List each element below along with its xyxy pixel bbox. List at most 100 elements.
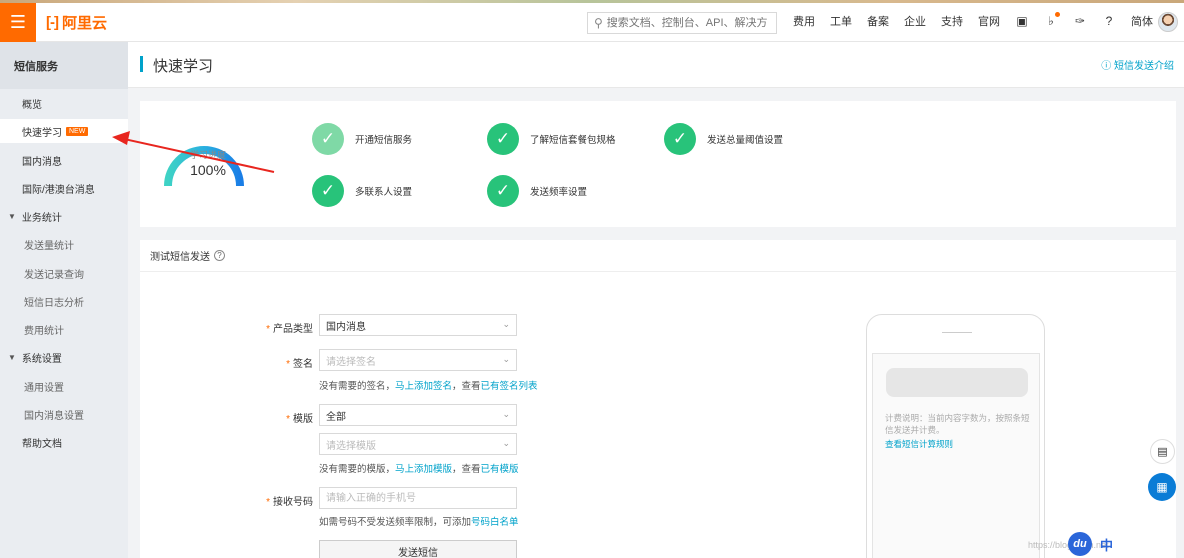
sidebar-item-overview[interactable]: 概览 (0, 91, 128, 115)
sidebar-item-label: 发送量统计 (24, 240, 74, 252)
send-sms-button[interactable]: 发送短信 (319, 540, 517, 558)
search-icon: ⚲ (594, 16, 603, 30)
template-select[interactable]: 请选择模版 ⌄ (319, 433, 517, 455)
phone-speaker (942, 332, 972, 333)
chat-icon: ▤ (1157, 446, 1168, 458)
apps-button[interactable]: ▦ (1148, 473, 1176, 501)
nav-enterprise[interactable]: 企业 (904, 13, 926, 29)
sidebar-item-label: 发送记录查询 (24, 269, 84, 281)
sidebar-header: 短信服务 (0, 42, 128, 89)
sidebar-item-label: 短信日志分析 (24, 297, 84, 309)
product-type-value: 国内消息 (326, 321, 366, 333)
page-header: 快速学习 ⓘ 短信发送介绍 (128, 42, 1184, 88)
logo-mark: [-] (46, 13, 59, 31)
phone-help: 如需号码不受发送频率限制，可添加号码白名单 (319, 517, 519, 528)
page-title: 快速学习 (153, 58, 214, 75)
sidebar-item-send-records[interactable]: 发送记录查询 (0, 261, 128, 285)
sidebar-item-label: 通用设置 (24, 382, 64, 394)
new-badge: NEW (66, 126, 89, 136)
sidebar-item-label: 概览 (22, 99, 42, 111)
check-icon: ✓ (312, 175, 344, 207)
chevron-down-icon: ⌄ (502, 409, 510, 419)
sidebar-item-label: 业务统计 (21, 212, 62, 224)
cart-icon[interactable]: ✑ (1073, 14, 1087, 28)
message-bubble (886, 368, 1028, 397)
check-icon: ✓ (312, 123, 344, 155)
sidebar-item-fee-stats[interactable]: 费用统计 (0, 317, 128, 341)
check-icon: ✓ (487, 123, 519, 155)
help-circle-icon[interactable]: ? (1102, 14, 1116, 28)
global-search[interactable]: ⚲ (587, 12, 777, 34)
billing-note: 计费说明：当前内容字数为，按照条短信发送并计费。 (885, 413, 1030, 435)
add-template-link[interactable]: 马上添加模版 (395, 464, 452, 475)
ime-toolbar[interactable]: du 中 (1068, 530, 1184, 558)
sidebar-group-stats[interactable]: ▼ 业务统计 (0, 204, 128, 228)
hamburger-icon: ☰ (9, 12, 27, 32)
user-avatar[interactable] (1158, 12, 1178, 32)
phone-preview: 计费说明：当前内容字数为，按照条短信发送并计费。 查看短信计算规则 (866, 314, 1045, 558)
template-label: * 模版 (286, 414, 313, 425)
nav-fees[interactable]: 费用 (793, 13, 815, 29)
sidebar-group-settings[interactable]: ▼ 系统设置 (0, 345, 128, 369)
step-frequency: ✓ 发送频率设置 (487, 175, 587, 207)
billing-rules-link[interactable]: 查看短信计算规则 (885, 438, 953, 450)
signature-help: 没有需要的签名，马上添加签名，查看已有签名列表 (319, 381, 538, 392)
sms-intro-label: 短信发送介绍 (1114, 61, 1174, 72)
step-contacts: ✓ 多联系人设置 (312, 175, 412, 207)
step-label: 多联系人设置 (355, 187, 413, 198)
template-list-link[interactable]: 已有模版 (481, 464, 519, 475)
template-help: 没有需要的模版，马上添加模版，查看已有模版 (319, 464, 519, 475)
hamburger-menu-button[interactable]: ☰ (0, 3, 36, 42)
terminal-icon[interactable]: ▣ (1015, 14, 1029, 28)
sidebar-item-international[interactable]: 国际/港澳台消息 (0, 176, 128, 200)
template-category-value: 全部 (326, 411, 346, 423)
help-icon[interactable]: ? (214, 250, 225, 261)
signature-list-link[interactable]: 已有签名列表 (481, 381, 538, 392)
sidebar-item-label: 国内消息设置 (24, 410, 84, 422)
phone-number-input[interactable] (319, 487, 517, 509)
product-type-select[interactable]: 国内消息 ⌄ (319, 314, 517, 336)
learning-progress-card (140, 101, 1176, 227)
sidebar-item-domestic-settings[interactable]: 国内消息设置 (0, 402, 128, 426)
bell-icon[interactable]: ♭ (1044, 12, 1060, 28)
chat-button[interactable]: ▤ (1150, 439, 1175, 464)
template-category-select[interactable]: 全部 ⌄ (319, 404, 517, 426)
help-circle-icon: ⓘ (1101, 61, 1114, 72)
caret-down-icon: ▼ (8, 352, 16, 362)
sms-intro-link[interactable]: ⓘ 短信发送介绍 (1101, 57, 1174, 72)
signature-select[interactable]: 请选择签名 ⌄ (319, 349, 517, 371)
step-threshold: ✓ 发送总量阈值设置 (664, 123, 783, 155)
check-icon: ✓ (487, 175, 519, 207)
whitelist-link[interactable]: 号码白名单 (471, 517, 519, 528)
top-navbar: ☰ [-] 阿里云 ⚲ 费用 工单 备案 企业 支持 官网 ▣ ♭ ✑ ? 简体 (0, 0, 1184, 42)
chevron-down-icon: ⌄ (502, 438, 510, 448)
sidebar-item-label: 国际/港澳台消息 (22, 184, 95, 196)
nav-website[interactable]: 官网 (978, 13, 1000, 29)
nav-tickets[interactable]: 工单 (830, 13, 852, 29)
phone-screen: 计费说明：当前内容字数为，按照条短信发送并计费。 查看短信计算规则 (872, 353, 1040, 558)
aliyun-logo[interactable]: [-] 阿里云 (46, 11, 107, 33)
caret-down-icon: ▼ (8, 211, 16, 221)
sidebar-item-label: 快速学习 (22, 127, 62, 139)
nav-support[interactable]: 支持 (941, 13, 963, 29)
sidebar-item-send-volume[interactable]: 发送量统计 (0, 232, 128, 256)
sidebar-item-log-analysis[interactable]: 短信日志分析 (0, 289, 128, 313)
sidebar-item-domestic[interactable]: 国内消息 (0, 148, 128, 172)
sidebar-item-general-settings[interactable]: 通用设置 (0, 374, 128, 398)
sidebar-item-quick-learn[interactable]: 快速学习 NEW (0, 119, 128, 143)
sidebar-item-label: 国内消息 (22, 156, 62, 168)
add-signature-link[interactable]: 马上添加签名 (395, 381, 452, 392)
language-switch[interactable]: 简体 (1131, 13, 1153, 29)
step-label: 发送频率设置 (530, 187, 588, 198)
sidebar-item-help-docs[interactable]: 帮助文档 (0, 430, 128, 454)
template-placeholder: 请选择模版 (326, 440, 376, 452)
step-open-service: ✓ 开通短信服务 (312, 123, 412, 155)
sidebar-item-label: 帮助文档 (22, 438, 62, 450)
step-label: 开通短信服务 (355, 135, 413, 146)
test-send-header: 测试短信发送? (140, 240, 1176, 272)
nav-icp[interactable]: 备案 (867, 13, 889, 29)
search-input[interactable] (606, 17, 767, 29)
product-type-label: * 产品类型 (266, 324, 313, 335)
phone-number-label: * 接收号码 (266, 497, 313, 508)
test-send-title: 测试短信发送 (150, 252, 210, 263)
